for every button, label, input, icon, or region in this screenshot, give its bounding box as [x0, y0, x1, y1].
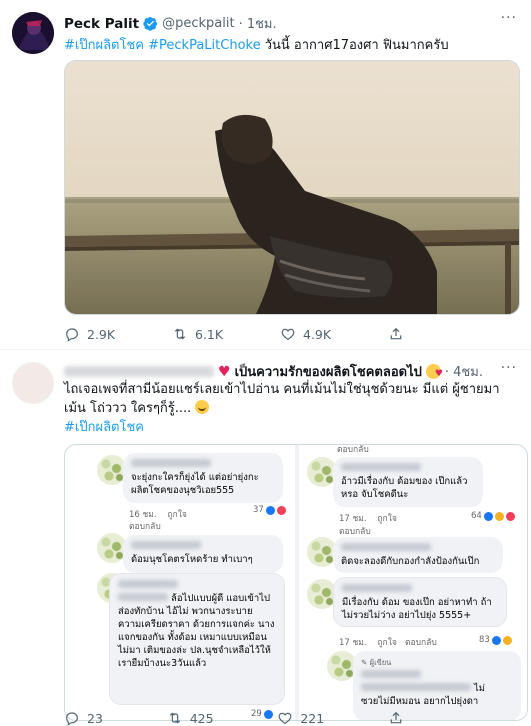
fb-reply-link: ตอบกลับ [339, 527, 371, 537]
tweet-body: ไถเจอเพจที่สามีน้อยแชร์เลยเข้าไปอ่าน คนท… [64, 382, 500, 416]
fb-comment-text: ด้อมนุชโคตรโหดร้าย ทำเบาๆ [131, 554, 253, 565]
fb-comment: ด้อมนุชโคตรโหดร้าย ทำเบาๆ [123, 535, 283, 573]
fb-comment: ล้อไปแบบผู้ดี แอบเข้าไปส่องทักบ้าน ไอ้ไม… [109, 573, 285, 705]
like-count: 221 [300, 710, 325, 726]
fb-like-link: ถูกใจ [167, 510, 187, 520]
fb-comment-text: ติดจะลองดีกับกองกำลังป้องกันเป๊ก [341, 556, 480, 567]
tweet-headline: เป็นความรักของผลิตโชคตลอดไป [234, 365, 422, 380]
like-reaction-icon [491, 635, 501, 645]
tweet-time[interactable]: · 1ชม. [239, 13, 277, 34]
fb-reply-link: ตอบกลับ [404, 638, 437, 648]
retweet-count: 6.1K [195, 326, 224, 342]
reply-count: 23 [87, 710, 103, 726]
fb-like-link: ถูกใจ [377, 514, 397, 524]
fb-comment-text: อ้าวมีเรื่องกับ ด้อมของ เป๊กแล้วหรอ จับโ… [341, 476, 468, 500]
photo-man-sitting-field [65, 61, 519, 314]
author-name-redacted[interactable] [64, 366, 214, 377]
share-icon [390, 327, 402, 340]
fb-like-link: ถูกใจ [377, 638, 397, 648]
author-label: ✎ ผู้เขียน [361, 658, 392, 667]
retweet-icon [174, 328, 186, 340]
fb-reactions: 37 [253, 505, 286, 515]
red-heart-icon: ♥ [218, 363, 231, 380]
hashtag-link[interactable]: #เป๊กผลิตโชค [64, 420, 144, 435]
fb-comment-time: 17 ชม. [339, 514, 367, 524]
heart-icon [281, 328, 295, 341]
fb-comment-text: ซวยไม่มีหมอน อยากไปยุ่งดา [361, 696, 479, 707]
fb-reaction-count: 83 [479, 635, 490, 645]
fb-comment: ติดจะลองดีกับกองกำลังป้องกันเป๊ก [333, 537, 503, 573]
fb-comment-text: ไม่ [474, 683, 486, 694]
verified-badge-icon [143, 16, 158, 31]
fb-reply-link: ตอบกลับ [337, 445, 369, 455]
love-reaction-icon [276, 505, 286, 515]
fb-comments-left: จะยุ่งกะใครก็ยุ่งได้ แต่อย่ายุ่งกะ ผลิตโ… [65, 445, 295, 720]
hashtag-link[interactable]: #เป๊กผลิตโชค [64, 38, 144, 53]
fb-comment-meta: 17 ชม. ถูกใจ ตอบกลับ [339, 635, 437, 649]
retweet-button[interactable]: 6.1K [172, 326, 223, 342]
avatar[interactable] [12, 12, 54, 54]
retweet-button[interactable]: 425 [167, 710, 214, 726]
fb-reaction-count: 37 [253, 505, 264, 515]
tweet-text: ไถเจอเพจที่สามีน้อยแชร์เลยเข้าไปอ่าน คนท… [64, 380, 520, 437]
like-button[interactable]: 221 [277, 710, 324, 726]
fb-comment-meta: 17 ชม. ถูกใจ [339, 511, 397, 525]
author-name[interactable]: Peck Palit [64, 16, 139, 32]
tweet-peck-palit[interactable]: Peck Palit @peckpalit · 1ชม. ··· #เป๊กผล… [0, 0, 531, 350]
like-button[interactable]: 4.9K [280, 326, 331, 342]
fb-reply-link: ตอบกลับ [129, 522, 161, 532]
reply-count: 2.9K [87, 326, 116, 342]
fb-reactions: 83 [479, 635, 512, 645]
like-reaction-icon [265, 505, 275, 515]
reply-button[interactable]: 2.9K [64, 326, 115, 342]
smile-emoji-icon [195, 400, 210, 414]
embedded-facebook-screenshot[interactable]: จะยุ่งกะใครก็ยุ่งได้ แต่อย่ายุ่งกะ ผลิตโ… [64, 444, 528, 721]
kiss-emoji-icon: ♥ [425, 364, 443, 379]
fb-comment: อ้าวมีเรื่องกับ ด้อมของ เป๊กแล้วหรอ จับโ… [333, 457, 483, 507]
author-label-text: ผู้เขียน [369, 658, 392, 667]
fb-comment-time: 17 ชม. [339, 638, 367, 648]
fb-comment-text: จะยุ่งกะใครก็ยุ่งได้ แต่อย่ายุ่งกะ ผลิตโ… [131, 472, 259, 496]
heart-icon [278, 712, 292, 725]
more-options-icon[interactable]: ··· [501, 10, 517, 26]
reply-icon [66, 328, 78, 342]
fb-comment-text: มีเรื่องกับ ด้อม ของเป๊ก อย่าหาทำ ถ้า ไม… [342, 597, 492, 621]
fb-comments-right: ตอบกลับ อ้าวมีเรื่องกับ ด้อมของ เป๊กแล้ว… [299, 445, 527, 720]
fb-comment: มีเรื่องกับ ด้อม ของเป๊ก อย่าหาทำ ถ้า ไม… [333, 577, 507, 627]
tweet-text: #เป๊กผลิตโชค #PeckPaLitChoke วันนี้ อากา… [64, 34, 519, 55]
like-reaction-icon [483, 511, 493, 521]
hashtag-link[interactable]: #PeckPaLitChoke [148, 38, 260, 53]
love-reaction-icon [505, 511, 515, 521]
fb-reactions: 64 [471, 511, 515, 521]
fb-comment: จะยุ่งกะใครก็ยุ่งได้ แต่อย่ายุ่งกะ ผลิตโ… [123, 453, 283, 503]
share-button[interactable] [388, 710, 404, 726]
retweet-icon [169, 712, 180, 724]
tweet-photo[interactable] [64, 60, 520, 315]
tweet-time[interactable]: · 4ชม. [445, 361, 483, 382]
avatar-image [12, 12, 54, 54]
share-icon [390, 711, 402, 724]
reply-button[interactable]: 23 [64, 710, 103, 726]
tweet-body: วันนี้ อากาศ17องศา ฟินมากครับ [260, 38, 449, 53]
fb-reaction-count: 64 [471, 511, 482, 521]
haha-reaction-icon [502, 635, 512, 645]
reply-icon [66, 712, 78, 726]
share-button[interactable] [388, 326, 404, 342]
haha-reaction-icon [494, 511, 504, 521]
avatar[interactable] [12, 362, 54, 404]
like-count: 4.9K [303, 326, 332, 342]
more-options-icon[interactable]: ··· [501, 360, 517, 376]
retweet-count: 425 [189, 710, 214, 726]
fb-comment-text: ล้อไปแบบผู้ดี แอบเข้าไปส่องทักบ้าน ไอ้ไม… [118, 593, 275, 669]
tweet-reply[interactable]: ♥ เป็นความรักของผลิตโชคตลอดไป ♥ · 4ชม. ·… [0, 350, 531, 726]
author-handle[interactable]: @peckpalit [162, 16, 234, 31]
